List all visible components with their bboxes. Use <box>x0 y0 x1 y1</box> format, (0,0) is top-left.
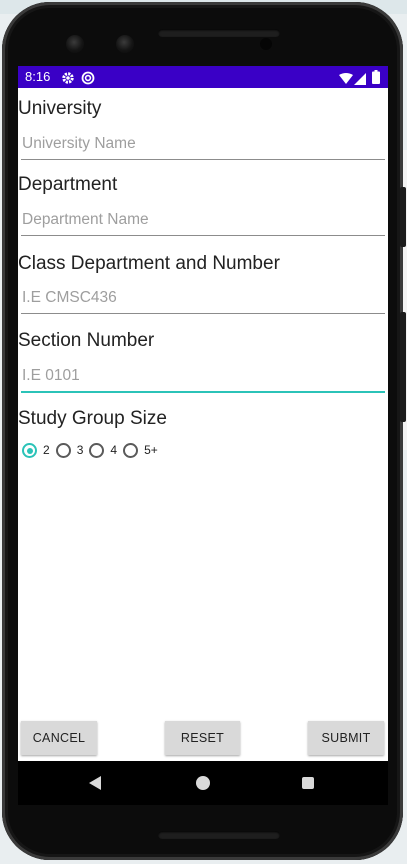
university-input[interactable] <box>21 129 385 160</box>
department-input[interactable] <box>21 205 385 236</box>
bottom-speaker <box>158 831 280 839</box>
group-size-option-5plus[interactable]: 5+ <box>123 442 158 458</box>
radio-unchecked-icon <box>55 442 71 458</box>
battery-icon <box>372 69 380 88</box>
signal-icon <box>354 70 366 89</box>
status-time: 8:16 <box>25 69 51 84</box>
wifi-icon <box>339 70 353 89</box>
section-label: Section Number <box>18 330 155 351</box>
submit-button[interactable]: SUBMIT <box>308 721 384 755</box>
group-size-option-2[interactable]: 2 <box>22 442 50 458</box>
radio-label: 4 <box>110 443 118 457</box>
back-icon[interactable] <box>89 776 101 790</box>
cancel-button[interactable]: CANCEL <box>21 721 97 755</box>
top-speaker <box>158 29 280 37</box>
group-size-radio-group: 2 3 4 5+ <box>22 439 164 461</box>
radio-unchecked-icon <box>123 442 139 458</box>
volume-button <box>400 187 406 247</box>
camera-icon <box>116 35 134 53</box>
radio-unchecked-icon <box>89 442 105 458</box>
app-screen: 8:16 University Department Class Departm… <box>18 66 388 805</box>
radio-label: 3 <box>76 443 84 457</box>
class-input[interactable] <box>21 283 385 314</box>
navigation-bar <box>18 761 388 805</box>
power-button <box>400 312 406 422</box>
recents-icon[interactable] <box>302 777 314 789</box>
sync-icon <box>81 70 95 89</box>
radio-checked-icon <box>22 442 37 458</box>
reset-button[interactable]: RESET <box>165 721 240 755</box>
status-bar: 8:16 <box>18 66 388 88</box>
radio-label: 2 <box>43 443 50 457</box>
group-size-option-3[interactable]: 3 <box>55 442 84 458</box>
group-size-label: Study Group Size <box>18 408 167 429</box>
gear-icon <box>61 70 75 89</box>
class-label: Class Department and Number <box>18 253 280 274</box>
department-label: Department <box>18 174 118 195</box>
home-icon[interactable] <box>196 776 210 790</box>
group-size-option-4[interactable]: 4 <box>89 442 118 458</box>
section-input[interactable] <box>21 361 385 393</box>
camera-icon <box>66 35 84 53</box>
university-label: University <box>18 98 102 119</box>
sensor-dot <box>260 38 272 50</box>
radio-label: 5+ <box>144 443 158 457</box>
